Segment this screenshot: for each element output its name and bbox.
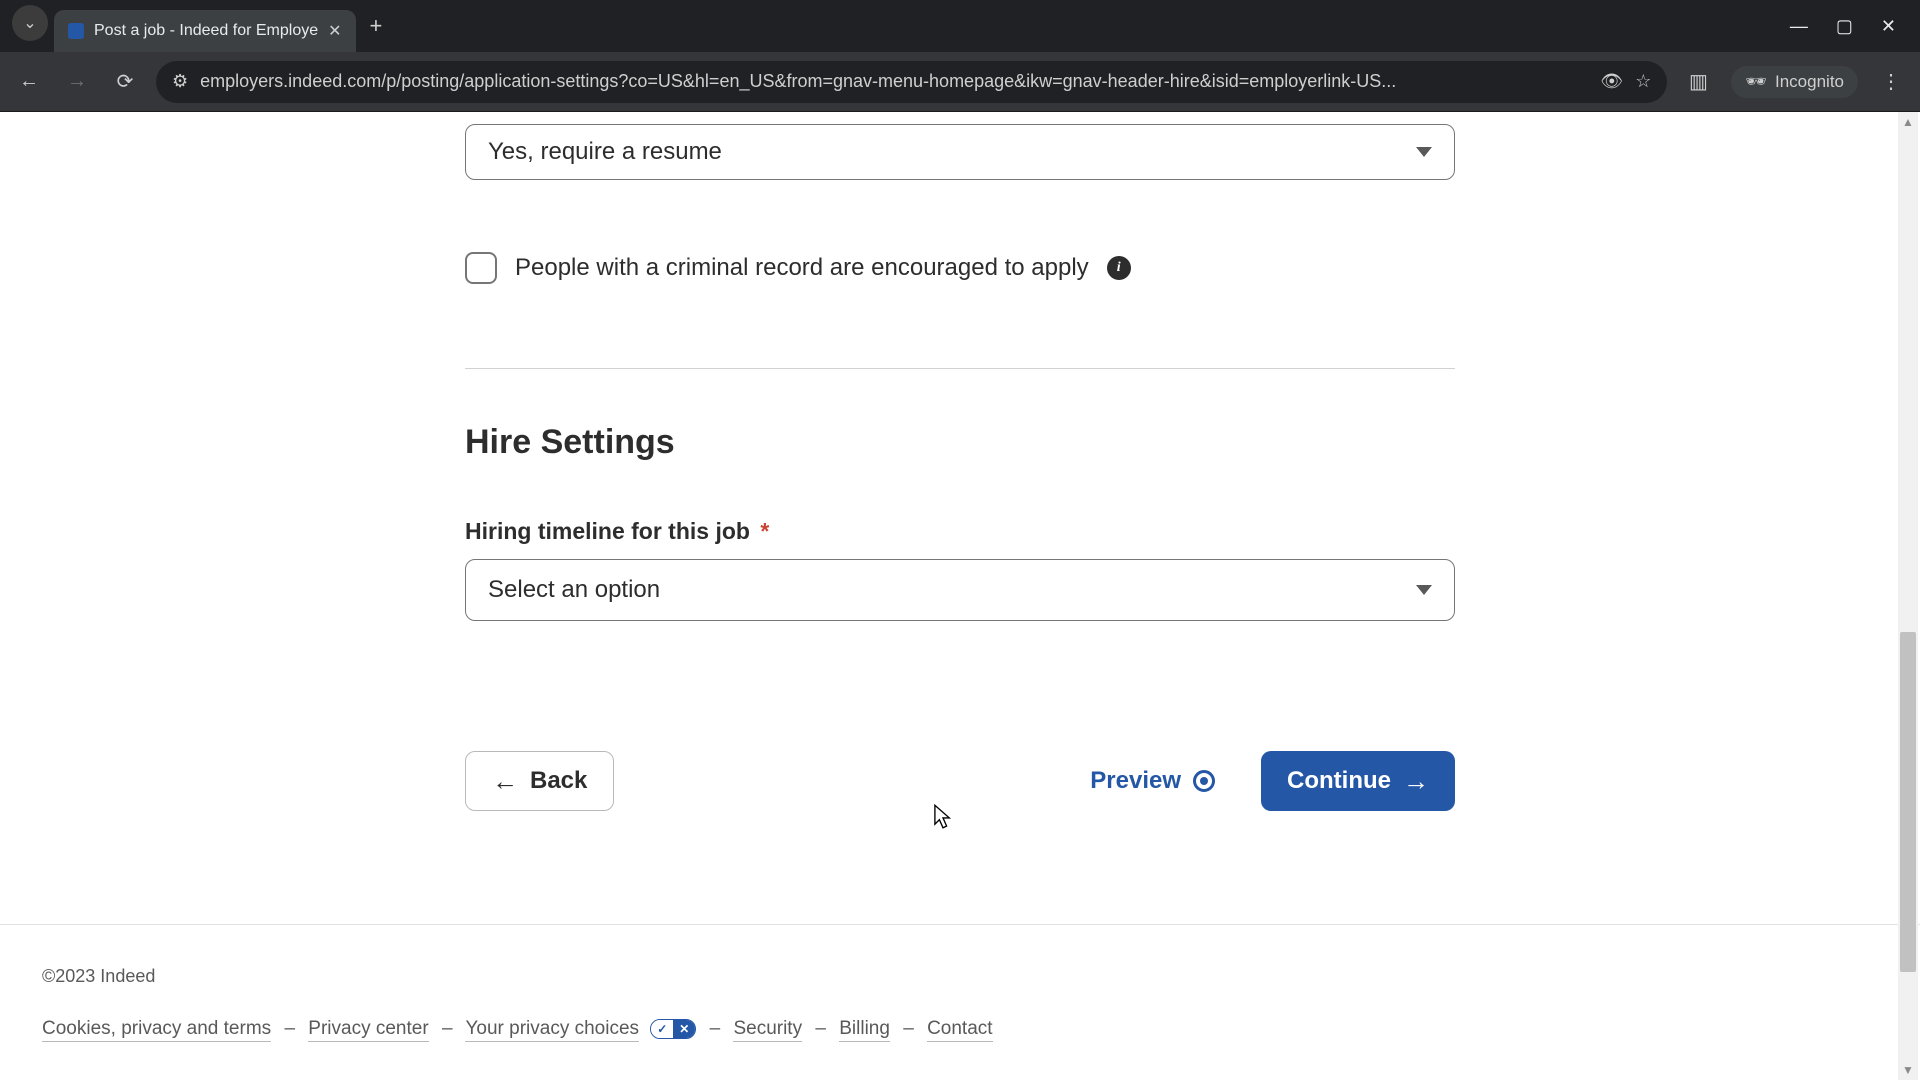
footer-separator: – — [442, 1018, 453, 1039]
browser-window: ⌄ Post a job - Indeed for Employe ✕ + — … — [0, 0, 1920, 1080]
scroll-thumb[interactable] — [1900, 632, 1916, 972]
address-bar[interactable]: ⚙ employers.indeed.com/p/posting/applica… — [156, 61, 1667, 103]
window-controls: — ▢ ✕ — [1790, 16, 1910, 37]
footer-divider — [0, 924, 1920, 925]
footer-separator: – — [815, 1018, 826, 1039]
reload-button[interactable]: ⟳ — [108, 65, 142, 99]
criminal-record-checkbox[interactable] — [465, 252, 497, 284]
maximize-icon[interactable]: ▢ — [1836, 16, 1853, 37]
footer-link-contact[interactable]: Contact — [927, 1018, 992, 1042]
tab-title: Post a job - Indeed for Employe — [94, 22, 318, 40]
chevron-down-icon — [1416, 147, 1432, 157]
site-info-icon[interactable]: ⚙ — [172, 71, 188, 92]
hiring-timeline-value: Select an option — [488, 576, 660, 604]
resume-select-value: Yes, require a resume — [488, 138, 722, 166]
back-button[interactable]: ← Back — [465, 751, 614, 811]
browser-toolbar: ← → ⟳ ⚙ employers.indeed.com/p/posting/a… — [0, 52, 1920, 112]
footer-link-privacy-choices[interactable]: Your privacy choices — [465, 1018, 639, 1042]
footer-link-privacy-center[interactable]: Privacy center — [308, 1018, 428, 1042]
footer-links: Cookies, privacy and terms – Privacy cen… — [42, 1018, 993, 1040]
chevron-down-icon: ⌄ — [23, 13, 36, 33]
preview-button[interactable]: Preview — [1064, 751, 1241, 811]
resume-requirement-select[interactable]: Yes, require a resume — [465, 124, 1455, 180]
chevron-down-icon — [1416, 585, 1432, 595]
forward-nav-button[interactable]: → — [60, 65, 94, 99]
close-tab-icon[interactable]: ✕ — [328, 21, 341, 41]
title-bar: ⌄ Post a job - Indeed for Employe ✕ + — … — [0, 0, 1920, 52]
form-button-row: ← Back Preview Continue → — [465, 751, 1455, 811]
required-mark: * — [760, 518, 769, 544]
continue-button[interactable]: Continue → — [1261, 751, 1455, 811]
footer-link-cookies[interactable]: Cookies, privacy and terms — [42, 1018, 271, 1042]
url-text: employers.indeed.com/p/posting/applicati… — [200, 71, 1588, 92]
footer-separator: – — [284, 1018, 295, 1039]
arrow-left-icon: ← — [492, 768, 518, 794]
hire-settings-heading: Hire Settings — [465, 423, 1455, 462]
tab-search-button[interactable]: ⌄ — [12, 5, 48, 41]
hiring-timeline-select[interactable]: Select an option — [465, 559, 1455, 621]
hiring-timeline-label-text: Hiring timeline for this job — [465, 518, 750, 544]
scroll-up-icon[interactable]: ▲ — [1898, 112, 1918, 132]
close-window-icon[interactable]: ✕ — [1881, 16, 1896, 37]
arrow-right-icon: → — [1403, 768, 1429, 794]
back-button-label: Back — [530, 767, 587, 795]
criminal-record-checkbox-row: People with a criminal record are encour… — [465, 252, 1455, 284]
back-nav-button[interactable]: ← — [12, 65, 46, 99]
copyright-text: ©2023 Indeed — [42, 966, 155, 987]
scroll-down-icon[interactable]: ▼ — [1898, 1060, 1918, 1080]
footer-separator: – — [710, 1018, 721, 1039]
footer-separator: – — [903, 1018, 914, 1039]
criminal-record-label: People with a criminal record are encour… — [515, 254, 1089, 282]
footer-link-security[interactable]: Security — [733, 1018, 802, 1042]
continue-button-label: Continue — [1287, 767, 1391, 795]
incognito-indicator[interactable]: 🕶 Incognito — [1731, 66, 1858, 98]
page-viewport: Yes, require a resume People with a crim… — [0, 112, 1920, 1080]
hiring-timeline-label: Hiring timeline for this job * — [465, 518, 1455, 545]
browser-tab[interactable]: Post a job - Indeed for Employe ✕ — [54, 10, 356, 52]
info-icon[interactable]: i — [1107, 256, 1131, 280]
footer-link-billing[interactable]: Billing — [839, 1018, 890, 1042]
eye-off-icon[interactable]: 👁 — [1600, 71, 1623, 92]
minimize-icon[interactable]: — — [1790, 16, 1808, 37]
section-divider — [465, 368, 1455, 369]
new-tab-button[interactable]: + — [356, 13, 397, 39]
privacy-choices-icon: ✓✕ — [650, 1019, 696, 1039]
vertical-scrollbar[interactable]: ▲ ▼ — [1898, 112, 1918, 1080]
bookmark-icon[interactable]: ☆ — [1635, 71, 1651, 92]
incognito-icon: 🕶 — [1745, 72, 1767, 92]
incognito-label: Incognito — [1775, 72, 1844, 92]
side-panel-icon[interactable]: ▥ — [1681, 65, 1715, 99]
favicon-icon — [68, 23, 84, 39]
eye-icon — [1193, 770, 1215, 792]
kebab-menu-icon[interactable]: ⋮ — [1874, 65, 1908, 99]
preview-button-label: Preview — [1090, 767, 1181, 795]
